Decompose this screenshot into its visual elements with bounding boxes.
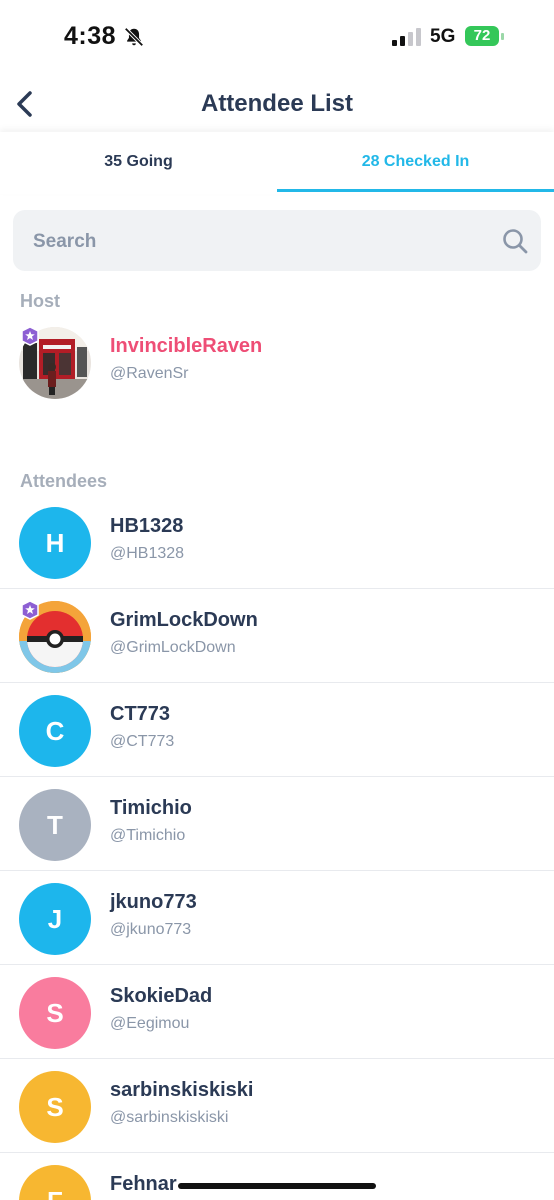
attendee-handle: @GrimLockDown (110, 639, 236, 656)
attendee-row[interactable]: F Fehnar (0, 1154, 554, 1200)
page-title: Attendee List (200, 90, 353, 117)
attendee-row[interactable]: H HB1328 @HB1328 (0, 496, 554, 589)
attendee-row[interactable]: T Timichio @Timichio (0, 778, 554, 871)
attendee-row[interactable]: J jkuno773 @jkuno773 (0, 872, 554, 965)
divider (0, 682, 554, 683)
attendee-name: GrimLockDown (110, 609, 258, 631)
tab-checked-in[interactable]: 28 Checked In (277, 132, 554, 194)
search-bar[interactable] (13, 210, 541, 273)
avatar: C (19, 695, 91, 767)
signal-bars-icon (392, 28, 421, 46)
status-time: 4:38 (64, 22, 117, 50)
home-indicator (178, 1183, 376, 1189)
tab-bar: 35 Going 28 Checked In (0, 132, 554, 194)
divider (0, 964, 554, 965)
attendee-handle: @Eegimou (110, 1015, 190, 1032)
nav-header: Attendee List (0, 76, 554, 132)
divider (0, 1058, 554, 1059)
attendee-name: CT773 (110, 703, 171, 725)
host-handle: @RavenSr (110, 365, 189, 382)
attendee-handle: @HB1328 (110, 545, 185, 562)
network-type: 5G (430, 26, 456, 47)
battery-icon: 72 (465, 26, 505, 48)
attendee-row[interactable]: S SkokieDad @Eegimou (0, 966, 554, 1059)
divider (0, 1152, 554, 1153)
attendee-handle: @jkuno773 (110, 921, 192, 938)
search-icon[interactable] (501, 227, 529, 255)
bell-muted-icon (124, 27, 144, 47)
attendee-name: Timichio (110, 797, 192, 819)
section-label-host: Host (20, 291, 60, 311)
attendee-name: SkokieDad (110, 985, 213, 1007)
attendee-handle: @Timichio (110, 827, 186, 844)
attendee-name: jkuno773 (110, 891, 197, 913)
attendee-row[interactable]: GrimLockDown @GrimLockDown (0, 590, 554, 683)
attendee-name: sarbinskiskiski (110, 1079, 254, 1101)
attendee-handle: @CT773 (110, 733, 175, 750)
divider (0, 588, 554, 589)
section-label-attendees: Attendees (20, 471, 108, 491)
avatar: S (19, 1071, 91, 1143)
attendee-name: HB1328 (110, 515, 184, 537)
divider (0, 870, 554, 871)
avatar: S (19, 977, 91, 1049)
host-name: InvincibleRaven (110, 335, 263, 357)
status-bar: 4:38 5G 72 (0, 0, 554, 76)
star-badge-icon (21, 326, 39, 346)
battery-level: 72 (473, 27, 491, 44)
star-badge-icon (21, 600, 39, 620)
search-input[interactable] (31, 210, 495, 273)
attendee-name: Fehnar (110, 1173, 177, 1195)
tab-going[interactable]: 35 Going (0, 132, 277, 194)
avatar: J (19, 883, 91, 955)
attendee-handle: @sarbinskiskiski (110, 1109, 229, 1126)
active-tab-indicator (277, 189, 554, 192)
attendee-row[interactable]: C CT773 @CT773 (0, 684, 554, 777)
attendee-row[interactable]: S sarbinskiskiski @sarbinskiskiski (0, 1060, 554, 1153)
avatar: H (19, 507, 91, 579)
avatar: F (19, 1165, 91, 1200)
avatar: T (19, 789, 91, 861)
divider (0, 776, 554, 777)
host-row[interactable]: InvincibleRaven @RavenSr (0, 316, 554, 409)
